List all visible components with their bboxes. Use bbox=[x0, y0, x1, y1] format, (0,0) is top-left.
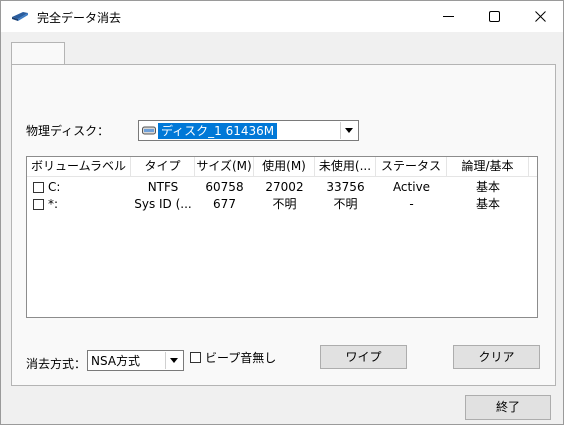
erase-method-select[interactable]: NSA方式 bbox=[87, 350, 184, 371]
column-header[interactable]: 使用(M) bbox=[254, 157, 315, 176]
column-header[interactable]: 未使用(... bbox=[315, 157, 376, 176]
app-window: 完全データ消去 物理ディスク： ディスク_1 61436M ボリュームラベル タ… bbox=[0, 0, 564, 425]
minimize-icon bbox=[442, 16, 454, 17]
window-title: 完全データ消去 bbox=[37, 11, 122, 25]
list-header: ボリュームラベル タイプ サイズ(M) 使用(M) 未使用(... ステータス … bbox=[27, 157, 537, 177]
exit-button[interactable]: 終了 bbox=[465, 395, 551, 420]
column-header[interactable]: ステータス bbox=[376, 157, 447, 176]
hard-disk-icon bbox=[142, 126, 156, 135]
table-row[interactable]: *: Sys ID (... 677 不明 不明 - 基本 bbox=[27, 196, 537, 212]
unused-cell: 不明 bbox=[333, 197, 358, 211]
type-cell: Sys ID (... bbox=[134, 197, 192, 211]
beep-off-checkbox[interactable] bbox=[190, 352, 201, 363]
row-checkbox[interactable] bbox=[33, 199, 44, 210]
beep-off-label[interactable]: ビープ音無し bbox=[205, 349, 276, 366]
used-cell: 不明 bbox=[272, 197, 297, 211]
size-cell: 60758 bbox=[205, 180, 244, 194]
volume-label: C: bbox=[48, 180, 61, 194]
physical-disk-label: 物理ディスク： bbox=[26, 124, 110, 138]
maximize-button[interactable] bbox=[471, 1, 517, 32]
physical-disk-select[interactable]: ディスク_1 61436M bbox=[138, 120, 359, 141]
table-row[interactable]: C: NTFS 60758 27002 33756 Active 基本 bbox=[27, 179, 537, 195]
dropdown-arrow-icon[interactable] bbox=[165, 352, 182, 369]
eraser-app-icon bbox=[12, 12, 28, 21]
column-header[interactable]: ボリュームラベル bbox=[27, 157, 131, 176]
column-header[interactable]: サイズ(M) bbox=[195, 157, 254, 176]
kind-cell: 基本 bbox=[475, 180, 500, 194]
wipe-button[interactable]: ワイプ bbox=[320, 345, 407, 369]
close-button[interactable] bbox=[517, 1, 563, 32]
unused-cell: 33756 bbox=[326, 180, 365, 194]
row-checkbox[interactable] bbox=[33, 182, 44, 193]
maximize-icon bbox=[488, 11, 500, 22]
status-cell: - bbox=[409, 197, 414, 211]
erase-method-value: NSA方式 bbox=[91, 354, 141, 368]
dropdown-arrow-icon[interactable] bbox=[340, 122, 357, 139]
volume-label: *: bbox=[48, 197, 59, 211]
tab-main[interactable] bbox=[11, 42, 65, 66]
status-cell: Active bbox=[392, 180, 431, 194]
clear-button[interactable]: クリア bbox=[453, 345, 540, 369]
size-cell: 677 bbox=[213, 197, 236, 211]
partition-list[interactable]: ボリュームラベル タイプ サイズ(M) 使用(M) 未使用(... ステータス … bbox=[26, 156, 538, 318]
used-cell: 27002 bbox=[265, 180, 304, 194]
disk-selected-text: ディスク_1 61436M bbox=[158, 123, 278, 139]
erase-method-label: 消去方式： bbox=[26, 357, 87, 371]
minimize-button[interactable] bbox=[425, 1, 471, 32]
column-header[interactable]: 論理/基本 bbox=[447, 157, 529, 176]
title-bar[interactable]: 完全データ消去 bbox=[1, 1, 563, 32]
kind-cell: 基本 bbox=[475, 197, 500, 211]
type-cell: NTFS bbox=[147, 180, 179, 194]
column-header[interactable]: タイプ bbox=[131, 157, 195, 176]
close-icon bbox=[534, 11, 546, 22]
